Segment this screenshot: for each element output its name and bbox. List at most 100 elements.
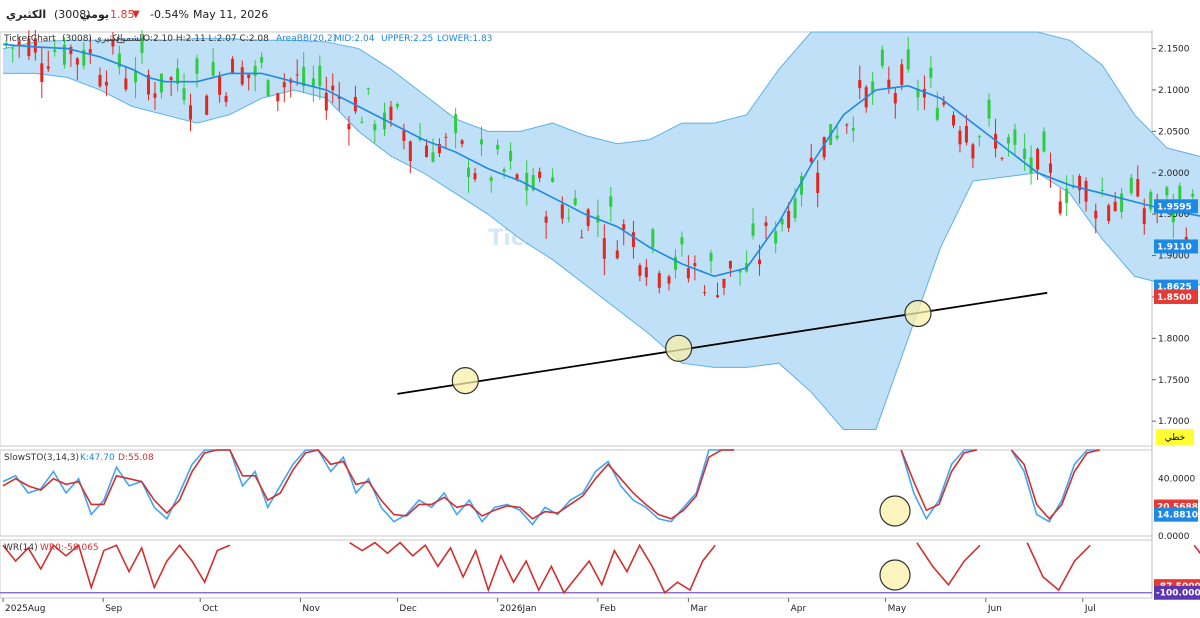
candle-body <box>764 222 768 226</box>
legend-ohlc: O:2.10 H:2.11 L:2.07 C:2.08 <box>143 34 269 44</box>
candle-body <box>104 81 108 86</box>
highlight-circle <box>904 299 932 328</box>
candle-body <box>515 174 519 180</box>
candle-body <box>977 136 981 138</box>
candle-body <box>1191 193 1195 197</box>
x-tick-label: 2025Aug <box>5 604 45 614</box>
candle-body <box>631 232 635 247</box>
candle-body <box>728 260 732 269</box>
candle-body <box>580 237 584 239</box>
candle-body <box>929 67 933 78</box>
candle-body <box>1023 148 1027 160</box>
header-bar: الكثيري (3008) يومي 1.85 ▼ -0.54% May 11… <box>0 0 1200 30</box>
x-tick-label: Jul <box>1084 604 1096 614</box>
x-tick-label: Apr <box>791 604 807 614</box>
candle-body <box>189 105 193 120</box>
price-marker-label: 1.9595 <box>1157 202 1192 212</box>
price-marker-label: 1.9110 <box>1157 242 1192 252</box>
candle-body <box>467 167 471 177</box>
candle-body <box>651 229 655 248</box>
candle-body <box>680 237 684 245</box>
candle-body <box>715 295 719 298</box>
period-label: يومي <box>80 8 109 21</box>
candle-body <box>900 64 904 85</box>
candle-body <box>525 172 529 191</box>
candle-body <box>40 63 44 82</box>
candle-body <box>282 82 286 88</box>
candle-body <box>240 67 244 85</box>
candle-body <box>657 273 661 288</box>
candle-body <box>266 80 270 97</box>
candle-body <box>360 121 364 124</box>
x-tick-label: Nov <box>302 604 320 614</box>
candle-body <box>231 58 235 75</box>
candle-body <box>1107 205 1111 221</box>
candle-body <box>402 130 406 141</box>
candle-body <box>1094 210 1098 219</box>
candle-body <box>602 238 606 259</box>
candle-body <box>1129 177 1133 194</box>
williams-value: WR0:-58.065 <box>40 543 99 553</box>
candle-body <box>644 267 648 278</box>
candle-body <box>567 217 571 219</box>
candle-body <box>473 173 477 180</box>
price-tick-label: 1.8000 <box>1158 334 1190 344</box>
candle-body <box>1113 201 1117 212</box>
price-marker-label: 1.8500 <box>1157 293 1192 303</box>
chart-svg[interactable]: TickerChart2.15002.10002.05002.00001.950… <box>0 25 1200 614</box>
candle-body <box>247 74 251 79</box>
candle-body <box>858 80 862 89</box>
candle-body <box>502 169 506 173</box>
candle-body <box>971 144 975 159</box>
candle-body <box>69 47 73 55</box>
candle-body <box>722 278 726 288</box>
candle-body <box>1142 208 1146 225</box>
x-tick-label: Sep <box>105 604 122 614</box>
legend-bb-label: AreaBB(20,2) <box>276 34 336 44</box>
stoch-k-value: K:47.70 <box>80 453 115 463</box>
candle-body <box>205 95 209 115</box>
highlight-circle <box>451 366 479 395</box>
x-tick-label: Oct <box>202 604 218 614</box>
candle-body <box>573 198 577 205</box>
candle-body <box>1065 188 1069 203</box>
candle-body <box>1042 131 1046 152</box>
candle-body <box>509 151 513 162</box>
price-axis-area <box>1152 30 1200 614</box>
stochastic-panel <box>0 449 1153 537</box>
candle-body <box>1036 148 1040 170</box>
candle-body <box>871 81 875 93</box>
candle-body <box>389 106 393 120</box>
candle-body <box>153 93 157 98</box>
price-tick-label: 2.0500 <box>1158 127 1190 137</box>
stoch-tick-label: 40.0000 <box>1158 475 1195 485</box>
candle-body <box>544 216 548 223</box>
stoch-highlight-circle <box>879 495 911 527</box>
legend-symbol: الكثيري (3008) <box>62 34 122 44</box>
candle-body <box>169 77 173 80</box>
candle-body <box>751 223 755 236</box>
highlight-circle <box>665 334 693 362</box>
candle-body <box>195 58 199 74</box>
candle-body <box>88 49 92 54</box>
candle-body <box>622 224 626 230</box>
candle-body <box>311 78 315 87</box>
candle-body <box>1100 190 1104 192</box>
candle-body <box>609 196 613 207</box>
candle-body <box>425 145 429 158</box>
candle-body <box>253 65 257 76</box>
candle-body <box>638 265 642 276</box>
candle-body <box>851 128 855 131</box>
candle-body <box>887 79 891 89</box>
candle-body <box>758 259 762 265</box>
candle-body <box>260 56 264 63</box>
candle-body <box>324 92 328 111</box>
price-tick-label: 2.1000 <box>1158 86 1190 96</box>
x-tick-label: May <box>888 604 907 614</box>
price-tick-label: 1.7500 <box>1158 376 1190 386</box>
candle-body <box>693 263 697 266</box>
candle-body <box>942 102 946 105</box>
williams-label: WR(14) <box>4 543 38 553</box>
candle-body <box>224 95 228 102</box>
candle-body <box>53 49 57 52</box>
